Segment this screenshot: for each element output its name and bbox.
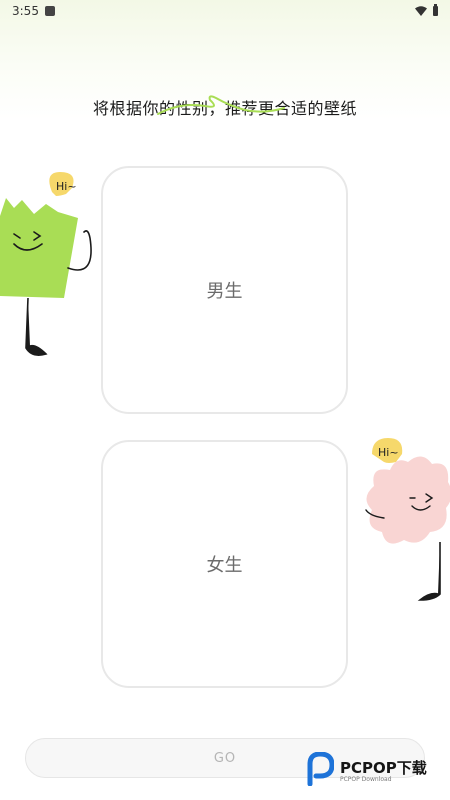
app-notification-icon	[44, 6, 55, 16]
status-left: 3:55	[12, 4, 55, 18]
right-mascot-greeting: Hi~	[378, 446, 399, 459]
male-label: 男生	[206, 281, 243, 302]
green-mascot-illustration: Hi~	[0, 172, 92, 356]
watermark-brand: PCPOP下载	[340, 759, 427, 777]
go-button-label: GO	[213, 750, 237, 766]
status-time: 3:55	[12, 4, 39, 18]
status-bar: 3:55	[0, 0, 450, 22]
pcpop-logo-icon	[307, 752, 334, 786]
left-mascot-greeting: Hi~	[56, 180, 77, 193]
watermark-subtitle: PCPOP Download	[340, 776, 392, 783]
gender-option-male[interactable]: 男生	[101, 166, 348, 414]
wifi-icon	[415, 6, 427, 16]
page-title: 将根据你的性别，推荐更合适的壁纸	[92, 99, 357, 118]
battery-icon	[433, 4, 438, 16]
gender-option-female[interactable]: 女生	[101, 440, 348, 688]
pink-mascot-illustration: Hi~	[365, 438, 450, 601]
female-label: 女生	[206, 555, 243, 576]
pcpop-watermark: PCPOP下载 PCPOP Download	[304, 752, 450, 792]
status-right	[415, 4, 438, 16]
